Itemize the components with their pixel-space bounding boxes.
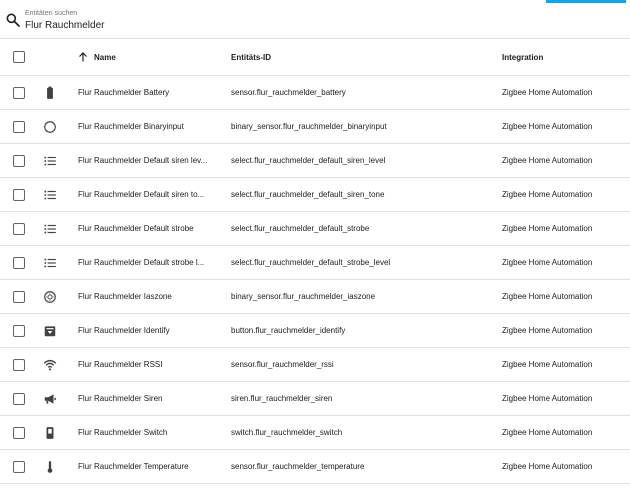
column-header-name[interactable]: Name [94,39,239,76]
row-checkbox[interactable] [13,427,25,439]
table-header: Name Entitäts-ID Integration [0,39,630,76]
row-entity-id: binary_sensor.flur_rauchmelder_binaryinp… [231,122,387,131]
row-checkbox[interactable] [13,87,25,99]
row-checkbox[interactable] [13,121,25,133]
column-header-entity-id[interactable]: Entitäts-ID [231,39,496,76]
row-entity-id: sensor.flur_rauchmelder_rssi [231,360,334,369]
row-checkbox[interactable] [13,189,25,201]
row-checkbox[interactable] [13,223,25,235]
list-icon [44,156,56,166]
bullhorn-icon [44,394,56,404]
table-row[interactable]: Flur Rauchmelder Default strobe select.fl… [0,212,630,246]
row-checkbox[interactable] [13,393,25,405]
search-bar[interactable]: Entitäten suchen Flur Rauchmelder [0,0,630,39]
smoke-detector-icon [44,291,56,303]
row-name: Flur Rauchmelder Default siren to... [78,190,205,199]
row-checkbox[interactable] [13,325,25,337]
table-row[interactable]: Flur Rauchmelder Battery sensor.flur_rauc… [0,76,630,110]
table-row[interactable]: Flur Rauchmelder Iaszone binary_sensor.fl… [0,280,630,314]
row-name: Flur Rauchmelder Default strobe [78,224,194,233]
thermometer-icon [47,461,53,473]
row-entity-id: select.flur_rauchmelder_default_strobe [231,224,370,233]
row-integration: Zigbee Home Automation [502,224,593,233]
row-entity-id: select.flur_rauchmelder_default_strobe_l… [231,258,391,267]
list-icon [44,224,56,234]
row-integration: Zigbee Home Automation [502,292,593,301]
row-checkbox[interactable] [13,291,25,303]
search-label: Entitäten suchen [25,10,78,17]
table-row[interactable]: Flur Rauchmelder RSSI sensor.flur_rauchme… [0,348,630,382]
row-integration: Zigbee Home Automation [502,326,593,335]
table-row[interactable]: Flur Rauchmelder Temperature sensor.flur_… [0,450,630,484]
column-header-integration[interactable]: Integration [502,39,630,76]
list-icon [44,258,56,268]
switch-icon [46,427,54,439]
search-input[interactable]: Flur Rauchmelder [25,20,104,31]
row-entity-id: siren.flur_rauchmelder_siren [231,394,333,403]
row-integration: Zigbee Home Automation [502,462,593,471]
search-icon [6,13,20,27]
wifi-icon [43,359,57,371]
row-name: Flur Rauchmelder Binaryinput [78,122,184,131]
row-entity-id: sensor.flur_rauchmelder_temperature [231,462,365,471]
list-icon [44,190,56,200]
row-entity-id: binary_sensor.flur_rauchmelder_iaszone [231,292,376,301]
row-integration: Zigbee Home Automation [502,394,593,403]
row-entity-id: select.flur_rauchmelder_default_siren_to… [231,190,385,199]
table-row[interactable]: Flur Rauchmelder Binaryinput binary_senso… [0,110,630,144]
table-row[interactable]: Flur Rauchmelder Default siren lev... sel… [0,144,630,178]
table-row[interactable]: Flur Rauchmelder Default strobe l... sele… [0,246,630,280]
row-integration: Zigbee Home Automation [502,360,593,369]
row-entity-id: switch.flur_rauchmelder_switch [231,428,343,437]
table-row[interactable]: Flur Rauchmelder Switch switch.flur_rauch… [0,416,630,450]
row-checkbox[interactable] [13,155,25,167]
row-checkbox[interactable] [13,359,25,371]
row-integration: Zigbee Home Automation [502,122,593,131]
row-name: Flur Rauchmelder Identify [78,326,170,335]
row-integration: Zigbee Home Automation [502,428,593,437]
row-entity-id: select.flur_rauchmelder_default_siren_le… [231,156,386,165]
button-icon [44,326,56,337]
table-row[interactable]: Flur Rauchmelder Siren siren.flur_rauchme… [0,382,630,416]
row-name: Flur Rauchmelder RSSI [78,360,163,369]
row-name: Flur Rauchmelder Temperature [78,462,189,471]
row-name: Flur Rauchmelder Switch [78,428,168,437]
row-entity-id: sensor.flur_rauchmelder_battery [231,88,346,97]
table-row[interactable]: Flur Rauchmelder Identify button.flur_rau… [0,314,630,348]
row-name: Flur Rauchmelder Siren [78,394,163,403]
row-entity-id: button.flur_rauchmelder_identify [231,326,346,335]
row-integration: Zigbee Home Automation [502,258,593,267]
select-all-checkbox[interactable] [13,51,25,63]
table-row[interactable]: Flur Rauchmelder Default siren to... sele… [0,178,630,212]
row-integration: Zigbee Home Automation [502,88,593,97]
row-integration: Zigbee Home Automation [502,190,593,199]
row-checkbox[interactable] [13,461,25,473]
row-name: Flur Rauchmelder Battery [78,88,170,97]
row-name: Flur Rauchmelder Iaszone [78,292,172,301]
battery-icon [47,86,53,99]
arrow-up-icon[interactable] [77,51,89,63]
row-name: Flur Rauchmelder Default strobe l... [78,258,205,267]
row-checkbox[interactable] [13,257,25,269]
circle-outline-icon [44,121,56,133]
row-integration: Zigbee Home Automation [502,156,593,165]
row-name: Flur Rauchmelder Default siren lev... [78,156,208,165]
